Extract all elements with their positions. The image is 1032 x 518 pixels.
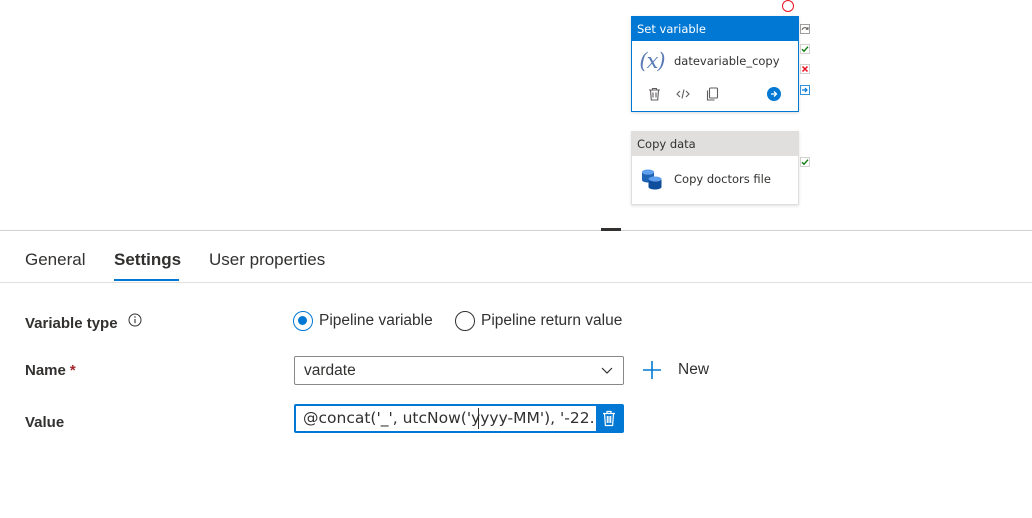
completion-output-icon[interactable] [800, 85, 810, 95]
value-input[interactable]: @concat('_', utcNow('yyyy-MM'), '-22.csv [294, 404, 624, 433]
failure-output-icon[interactable] [800, 64, 810, 74]
tab-general[interactable]: General [25, 250, 85, 270]
fx-icon: (x) [639, 49, 665, 73]
radio-pipeline-return-value[interactable]: Pipeline return value [455, 311, 622, 331]
radio-label: Pipeline return value [481, 312, 623, 329]
variable-type-label: Variable type [25, 315, 118, 332]
success-output-icon[interactable] [800, 44, 810, 54]
required-mark: * [69, 362, 76, 379]
new-button-label: New [678, 361, 710, 378]
activity-header: Copy data [632, 132, 798, 156]
value-input-text[interactable]: @concat('_', utcNow('yyyy-MM'), '-22.csv [303, 406, 593, 431]
delete-icon[interactable] [596, 406, 622, 431]
copy-icon[interactable] [704, 86, 720, 102]
set-variable-activity[interactable]: Set variable (x) datevariable_copy [631, 16, 799, 112]
radio-pipeline-variable[interactable]: Pipeline variable [293, 311, 433, 331]
radio-label: Pipeline variable [319, 312, 433, 329]
activity-header: Set variable [632, 17, 798, 41]
new-variable-button[interactable]: New [641, 359, 709, 381]
code-icon[interactable] [675, 86, 691, 102]
activity-name: datevariable_copy [674, 54, 780, 68]
name-dropdown[interactable]: vardate [294, 356, 624, 385]
properties-tabs: General Settings User properties [0, 232, 1032, 283]
connection-point-icon[interactable] [782, 0, 794, 12]
name-label-text: Name [25, 362, 66, 379]
active-tab-indicator [114, 279, 179, 281]
pipeline-canvas[interactable]: Set variable (x) datevariable_copy Copy … [0, 0, 1032, 230]
radio-unselected-icon[interactable] [455, 311, 475, 331]
delete-icon[interactable] [646, 86, 662, 102]
tab-user-properties[interactable]: User properties [209, 250, 325, 270]
success-output-icon[interactable] [800, 157, 810, 167]
name-dropdown-value: vardate [304, 362, 356, 379]
name-label: Name * [25, 362, 76, 379]
skip-output-icon[interactable] [800, 24, 810, 34]
radio-selected-icon[interactable] [293, 311, 313, 331]
database-icon [638, 165, 666, 193]
arrow-right-circle-icon[interactable] [767, 87, 781, 101]
text-caret [478, 408, 479, 429]
splitter-grip-handle[interactable] [601, 228, 621, 231]
plus-icon [643, 361, 661, 379]
value-label: Value [25, 414, 65, 431]
info-icon[interactable] [128, 313, 142, 327]
panel-splitter [0, 230, 1032, 231]
activity-name: Copy doctors file [674, 172, 771, 186]
copy-data-activity[interactable]: Copy data Copy doctors file [631, 131, 799, 205]
tab-settings[interactable]: Settings [114, 250, 181, 270]
chevron-down-icon [601, 367, 613, 374]
